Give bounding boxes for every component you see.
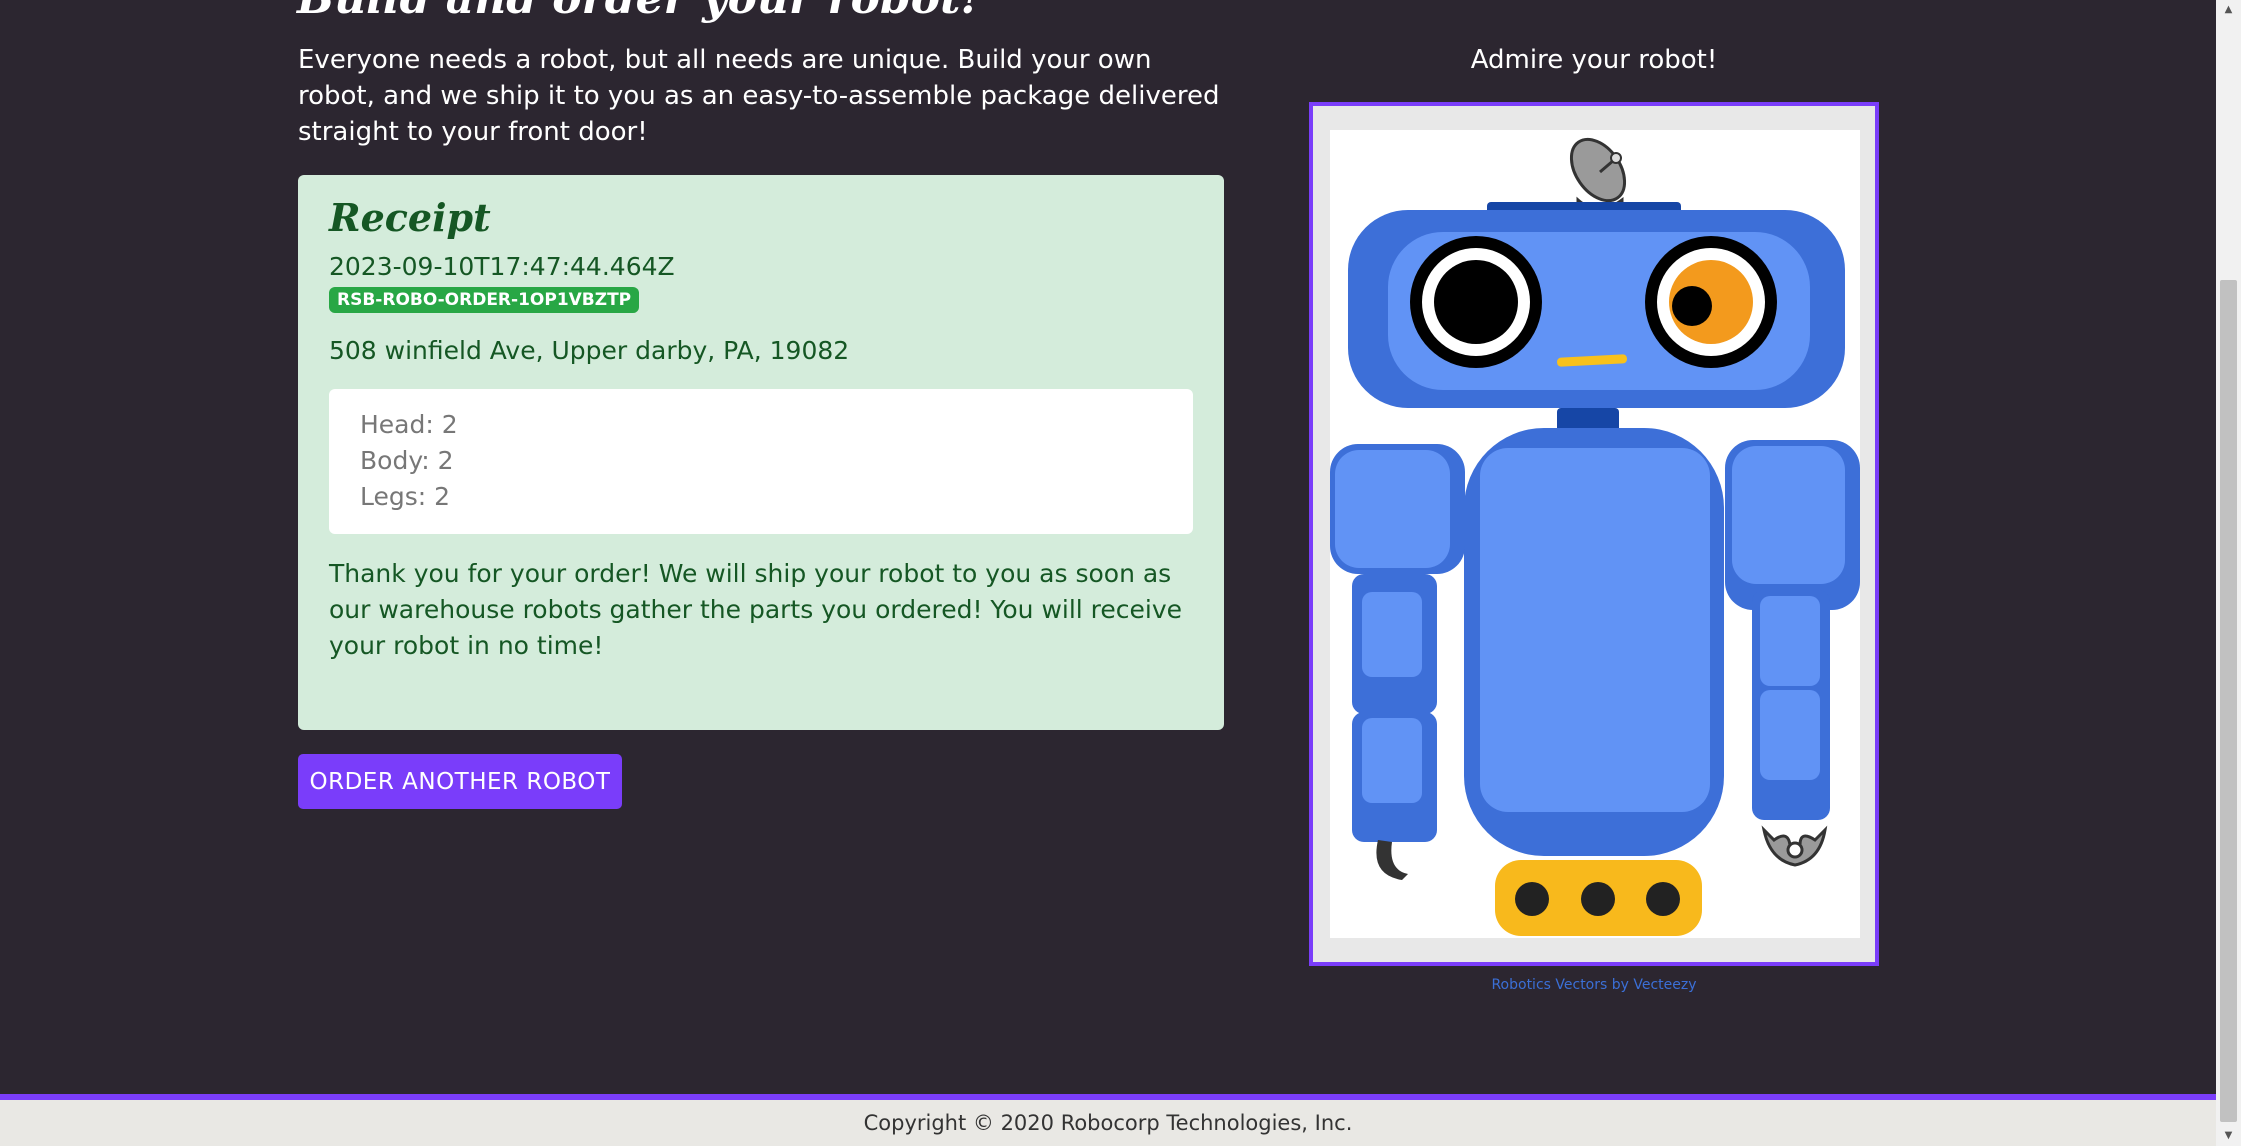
robot-preview-frame [1309,102,1879,966]
part-legs: Legs: 2 [360,482,451,511]
footer-copyright: Copyright © 2020 Robocorp Technologies, … [0,1100,2216,1146]
robot-base [1495,860,1702,936]
part-head: Head: 2 [360,410,458,439]
robot-illustration [1330,137,1860,936]
scroll-down-arrow-icon[interactable]: ▼ [2216,1126,2241,1146]
preview-title: Admire your robot! [1470,45,1718,75]
robot-preview-image [1330,130,1860,938]
order-id-badge: RSB-ROBO-ORDER-1OP1VBZTP [329,287,640,313]
receipt-panel: Receipt 2023-09-10T17:47:44.464Z RSB-ROB… [298,175,1224,730]
vecteezy-credit-link[interactable]: Robotics Vectors by Vecteezy [1309,977,1879,993]
scrollbar-thumb[interactable] [2220,280,2237,1122]
page-scrollbar[interactable]: ▲ ▼ [2216,0,2241,1146]
receipt-heading: Receipt [329,195,491,240]
page-title: Build and order your robot! [297,0,980,24]
order-another-robot-button[interactable]: ORDER ANOTHER ROBOT [298,754,622,809]
thank-you-message: Thank you for your order! We will ship y… [329,559,1183,660]
shipping-address: 508 winfield Ave, Upper darby, PA, 19082 [329,336,850,365]
intro-text: Everyone needs a robot, but all needs ar… [298,45,1220,147]
robot-head [1348,210,1845,408]
robot-left-arm [1330,444,1465,880]
robot-body [1464,428,1724,856]
parts-list: Head: 2 Body: 2 Legs: 2 [329,389,1193,534]
part-body: Body: 2 [360,446,454,475]
robot-right-arm [1725,440,1860,867]
receipt-timestamp: 2023-09-10T17:47:44.464Z [329,252,675,281]
scroll-up-arrow-icon[interactable]: ▲ [2216,0,2241,20]
